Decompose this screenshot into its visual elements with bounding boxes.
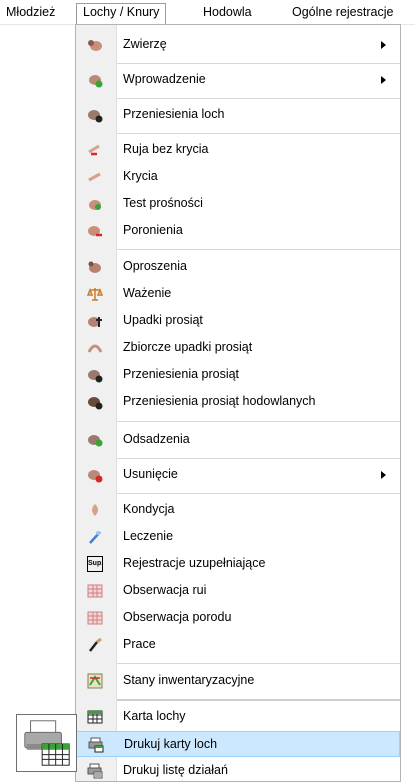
menu-item-przeniesienia-loch[interactable]: Przeniesienia loch (76, 102, 400, 128)
menu-item-label: Leczenie (123, 529, 174, 543)
menu-item-label: Zwierzę (123, 37, 167, 51)
heat-observation-grid-icon (87, 584, 103, 598)
menu-item-drukuj-karty-loch[interactable]: Drukuj karty loch (76, 731, 400, 757)
separator (117, 493, 400, 494)
inventory-icon (87, 673, 103, 689)
menu-item-label: Obserwacja rui (123, 583, 207, 597)
menu-item-przeniesienia-prosiat[interactable]: Przeniesienia prosiąt (76, 362, 400, 388)
menu-item-test-prosnosci[interactable]: Test prośności (76, 191, 400, 217)
menu-item-label: Wprowadzenie (123, 72, 206, 86)
menu-item-prace[interactable]: Prace (76, 632, 400, 658)
menu-item-rejestracje-uzupelniajace[interactable]: Sup. Rejestracje uzupełniające (76, 551, 400, 577)
separator (117, 458, 400, 459)
print-list-icon (87, 763, 103, 779)
menu-item-label: Poronienia (123, 223, 183, 237)
print-cards-icon (88, 737, 104, 753)
mating-icon (88, 172, 101, 182)
menu-item-oproszenia[interactable]: Oproszenia (76, 254, 400, 280)
menu-item-label: Przeniesienia prosiąt (123, 367, 240, 381)
menu-item-label: Drukuj listę działań (123, 763, 228, 777)
menu-item-zwierze[interactable]: Zwierzę (76, 32, 400, 58)
menu-item-zbiorcze-upadki-prosiat[interactable]: Zbiorcze upadki prosiąt (76, 335, 400, 361)
menu-item-label: Ważenie (123, 286, 172, 300)
lochy-knury-dropdown: Zwierzę Wprowadzenie Przeniesienia loch … (75, 24, 401, 782)
separator (117, 98, 400, 99)
separator (117, 663, 400, 664)
brush-icon (89, 637, 102, 652)
menu-item-label: Drukuj karty loch (124, 737, 218, 751)
scales-icon (87, 287, 103, 301)
menu-item-label: Stany inwentaryzacyjne (123, 673, 255, 687)
menu-item-label: Oproszenia (123, 259, 187, 273)
piglet-death-icon (88, 317, 102, 327)
separator (117, 133, 400, 134)
batch-piglet-death-icon (87, 344, 103, 353)
menu-item-karta-lochy[interactable]: Karta lochy (76, 704, 400, 730)
separator (117, 63, 400, 64)
condition-icon (92, 504, 98, 516)
menu-item-label: Upadki prosiąt (123, 313, 203, 327)
submenu-arrow-icon (381, 471, 386, 479)
separator (117, 421, 400, 422)
menu-item-obserwacja-rui[interactable]: Obserwacja rui (76, 578, 400, 604)
menu-item-label: Prace (123, 637, 156, 651)
menu-item-label: Test prośności (123, 196, 203, 210)
heat-no-mating-icon (88, 144, 100, 156)
menu-item-odsadzenia[interactable]: Odsadzenia (76, 427, 400, 453)
sup-icon: Sup. (87, 556, 103, 572)
sow-add-icon (89, 75, 103, 88)
menu-item-label: Rejestracje uzupełniające (123, 556, 266, 570)
piglet-transfer-icon (88, 370, 103, 383)
weaning-icon (88, 435, 103, 447)
menu-item-label: Przeniesienia loch (123, 107, 225, 121)
sow-card-icon (87, 710, 103, 724)
printer-icon (24, 720, 70, 766)
sow-remove-icon (88, 470, 103, 483)
menu-item-wprowadzenie[interactable]: Wprowadzenie (76, 67, 400, 93)
menu-item-label: Krycia (123, 169, 158, 183)
menu-item-przeniesienia-prosiat-hodowlanych[interactable]: Przeniesienia prosiąt hodowlanych (76, 389, 400, 415)
separator (117, 249, 400, 250)
breeding-piglet-transfer-icon (88, 397, 103, 410)
menu-item-usuniecie[interactable]: Usunięcie (76, 462, 400, 488)
menu-item-label: Zbiorcze upadki prosiąt (123, 340, 253, 354)
menu-bar: Młodzież Lochy / Knury Hodowla Ogólne re… (0, 0, 415, 26)
menu-item-poronienia[interactable]: Poronienia (76, 218, 400, 244)
menu-lochy-knury[interactable]: Lochy / Knury (76, 3, 167, 26)
sow-transfer-icon (88, 110, 103, 123)
birth-observation-grid-icon (87, 611, 103, 625)
menu-item-label: Karta lochy (123, 709, 186, 723)
syringe-icon (89, 531, 101, 544)
menu-item-obserwacja-porodu[interactable]: Obserwacja porodu (76, 605, 400, 631)
separator (117, 699, 400, 701)
pregnancy-test-icon (89, 200, 101, 210)
menu-ogolne-rejestracje[interactable]: Ogólne rejestracje (292, 4, 393, 22)
menu-item-krycia[interactable]: Krycia (76, 164, 400, 190)
abortion-icon (88, 226, 102, 237)
farrowing-icon (88, 261, 101, 273)
menu-item-label: Przeniesienia prosiąt hodowlanych (123, 394, 316, 408)
menu-item-label: Usunięcie (123, 467, 178, 481)
menu-item-stany-inwentaryzacyjne[interactable]: Stany inwentaryzacyjne (76, 668, 400, 694)
menu-item-drukuj-liste-dzialan[interactable]: Drukuj listę działań (76, 758, 400, 784)
menu-item-wazenie[interactable]: Ważenie (76, 281, 400, 307)
menu-mlodziez[interactable]: Młodzież (6, 4, 55, 22)
menu-item-leczenie[interactable]: Leczenie (76, 524, 400, 550)
menu-item-label: Kondycja (123, 502, 175, 516)
menu-item-upadki-prosiat[interactable]: Upadki prosiąt (76, 308, 400, 334)
menu-item-label: Ruja bez krycia (123, 142, 209, 156)
submenu-arrow-icon (381, 76, 386, 84)
menu-item-ruja-bez-krycia[interactable]: Ruja bez krycia (76, 137, 400, 163)
menu-item-label: Odsadzenia (123, 432, 190, 446)
submenu-arrow-icon (381, 41, 386, 49)
menu-item-kondycja[interactable]: Kondycja (76, 497, 400, 523)
print-cards-preview-icon (16, 714, 77, 772)
sow-icon (88, 40, 102, 51)
menu-hodowla[interactable]: Hodowla (203, 4, 252, 22)
menu-item-label: Obserwacja porodu (123, 610, 232, 624)
